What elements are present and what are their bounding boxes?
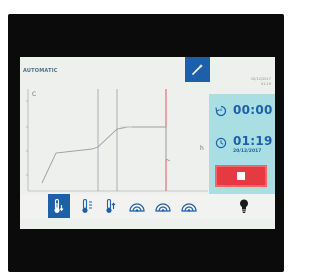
bottom-toolbar [20, 194, 275, 218]
thermometer-down-icon [54, 198, 64, 213]
fan-icon [129, 203, 145, 212]
x-unit-label: h [200, 145, 204, 152]
fan-icon [155, 203, 171, 212]
thermometer-up-icon [106, 198, 116, 213]
end-timer[interactable]: 01:19 20/12/2017 [209, 132, 275, 158]
magic-wand-icon [192, 64, 203, 75]
wizard-button[interactable] [185, 57, 210, 82]
clock-icon [215, 137, 227, 149]
end-time: 01:19 [233, 134, 273, 148]
remaining-time: 00:00 [233, 103, 273, 117]
setpoint-curve [41, 126, 171, 184]
thermometer-icon [82, 198, 92, 213]
remaining-timer[interactable]: 00:00 [209, 102, 275, 122]
mode-label: AUTOMATIC [23, 68, 58, 74]
light-bulb-icon [240, 199, 248, 213]
header-date: 20/12/2017 [250, 77, 271, 81]
header-time: 01:19 [260, 81, 271, 86]
fan-icon [181, 203, 197, 212]
fan-speed-1-button[interactable] [126, 194, 148, 218]
temperature-chart: C h [26, 89, 208, 192]
stop-icon [237, 172, 245, 180]
temp-down-button[interactable] [48, 194, 70, 218]
header-datetime: 20/12/2017 01:19 [251, 77, 271, 86]
touch-screen: AUTOMATIC 20/12/2017 01:19 C h 00:00 01:… [20, 57, 275, 229]
stop-button[interactable] [215, 165, 267, 187]
timer-panel: 00:00 01:19 20/12/2017 [209, 94, 275, 198]
temp-up-button[interactable] [100, 194, 122, 218]
light-button[interactable] [233, 194, 255, 218]
fan-speed-2-button[interactable] [152, 194, 174, 218]
end-date: 20/12/2017 [233, 149, 262, 154]
temp-level-button[interactable] [76, 194, 98, 218]
timer-icon [215, 105, 227, 117]
y-unit-label: C [32, 91, 36, 98]
fan-speed-3-button[interactable] [178, 194, 200, 218]
